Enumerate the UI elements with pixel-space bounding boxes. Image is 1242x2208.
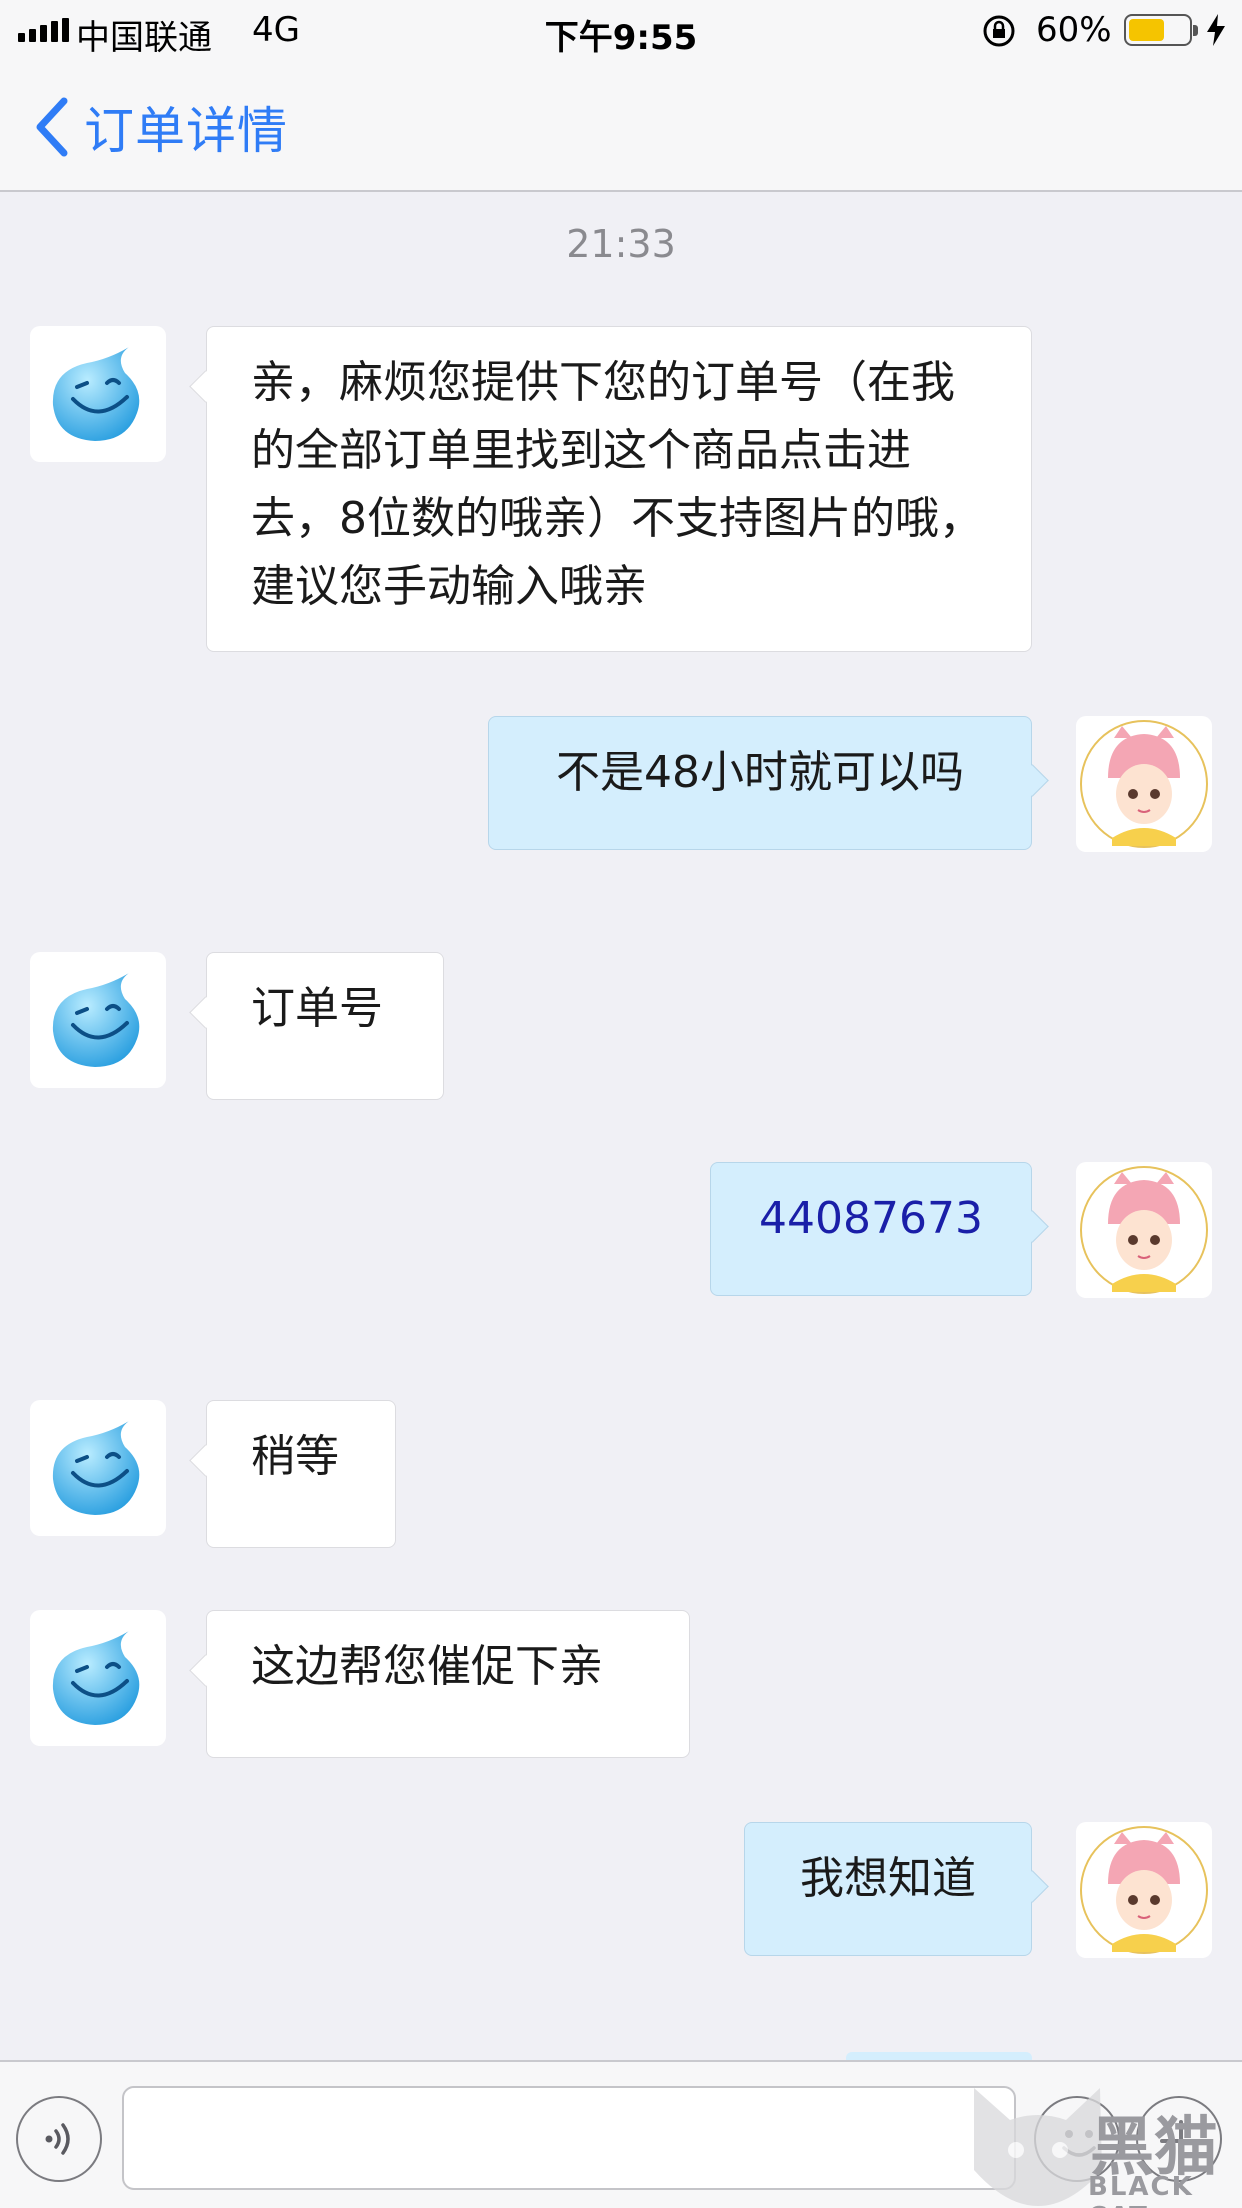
voice-button[interactable] — [16, 2096, 102, 2182]
message-bubble[interactable]: 亲，麻烦您提供下您的订单号（在我的全部订单里找到这个商品点击进去，8位数的哦亲）… — [206, 326, 1032, 652]
agent-avatar[interactable] — [30, 326, 166, 462]
cartoon-avatar-icon — [1080, 1826, 1208, 1954]
smiley-drop-icon — [52, 1421, 140, 1515]
user-avatar[interactable] — [1076, 1822, 1212, 1958]
status-bar: 中国联通 4G 下午9:55 60% — [0, 0, 1242, 62]
rotation-lock-icon — [983, 15, 1015, 47]
message-text: 这边帮您催促下亲 — [251, 1641, 603, 1692]
message-bubble[interactable]: 44087673 — [710, 1162, 1032, 1296]
agent-avatar[interactable] — [30, 952, 166, 1088]
user-avatar[interactable] — [1076, 1162, 1212, 1298]
message-bubble[interactable]: 稍等 — [206, 1400, 396, 1548]
voice-icon — [45, 2123, 70, 2155]
order-number-link[interactable]: 44087673 — [759, 1193, 983, 1244]
message-bubble[interactable]: 我想知道 — [744, 1822, 1032, 1956]
agent-avatar[interactable] — [30, 1400, 166, 1536]
page-title: 订单详情 — [84, 102, 288, 160]
agent-avatar[interactable] — [30, 1610, 166, 1746]
cartoon-avatar-icon — [1080, 720, 1208, 848]
message-text: 亲，麻烦您提供下您的订单号（在我的全部订单里找到这个商品点击进去，8位数的哦亲）… — [251, 357, 983, 612]
nav-bar: 订单详情 — [0, 62, 1242, 192]
message-text: 不是48小时就可以吗 — [556, 747, 964, 798]
battery-percent: 60% — [1036, 10, 1112, 50]
watermark-en-text: BLACK CAT — [1088, 2172, 1194, 2208]
battery-icon — [1124, 14, 1198, 46]
message-bubble[interactable]: 这边帮您催促下亲 — [206, 1610, 690, 1758]
message-text: 我想知道 — [800, 1853, 976, 1904]
message-input[interactable] — [122, 2086, 1016, 2190]
smiley-drop-icon — [52, 347, 140, 441]
back-button[interactable]: 订单详情 — [30, 92, 288, 162]
user-avatar[interactable] — [1076, 716, 1212, 852]
smiley-drop-icon — [52, 973, 140, 1067]
message-text: 稍等 — [251, 1431, 339, 1482]
charging-bolt-icon — [1207, 14, 1225, 46]
chat-timestamp: 21:33 — [566, 222, 676, 266]
cartoon-avatar-icon — [1080, 1166, 1208, 1294]
message-bubble[interactable]: 订单号 — [206, 952, 444, 1100]
smiley-drop-icon — [52, 1631, 140, 1725]
message-text: 订单号 — [251, 983, 383, 1034]
message-bubble[interactable]: 不是48小时就可以吗 — [488, 716, 1032, 850]
chevron-left-icon — [36, 97, 68, 157]
